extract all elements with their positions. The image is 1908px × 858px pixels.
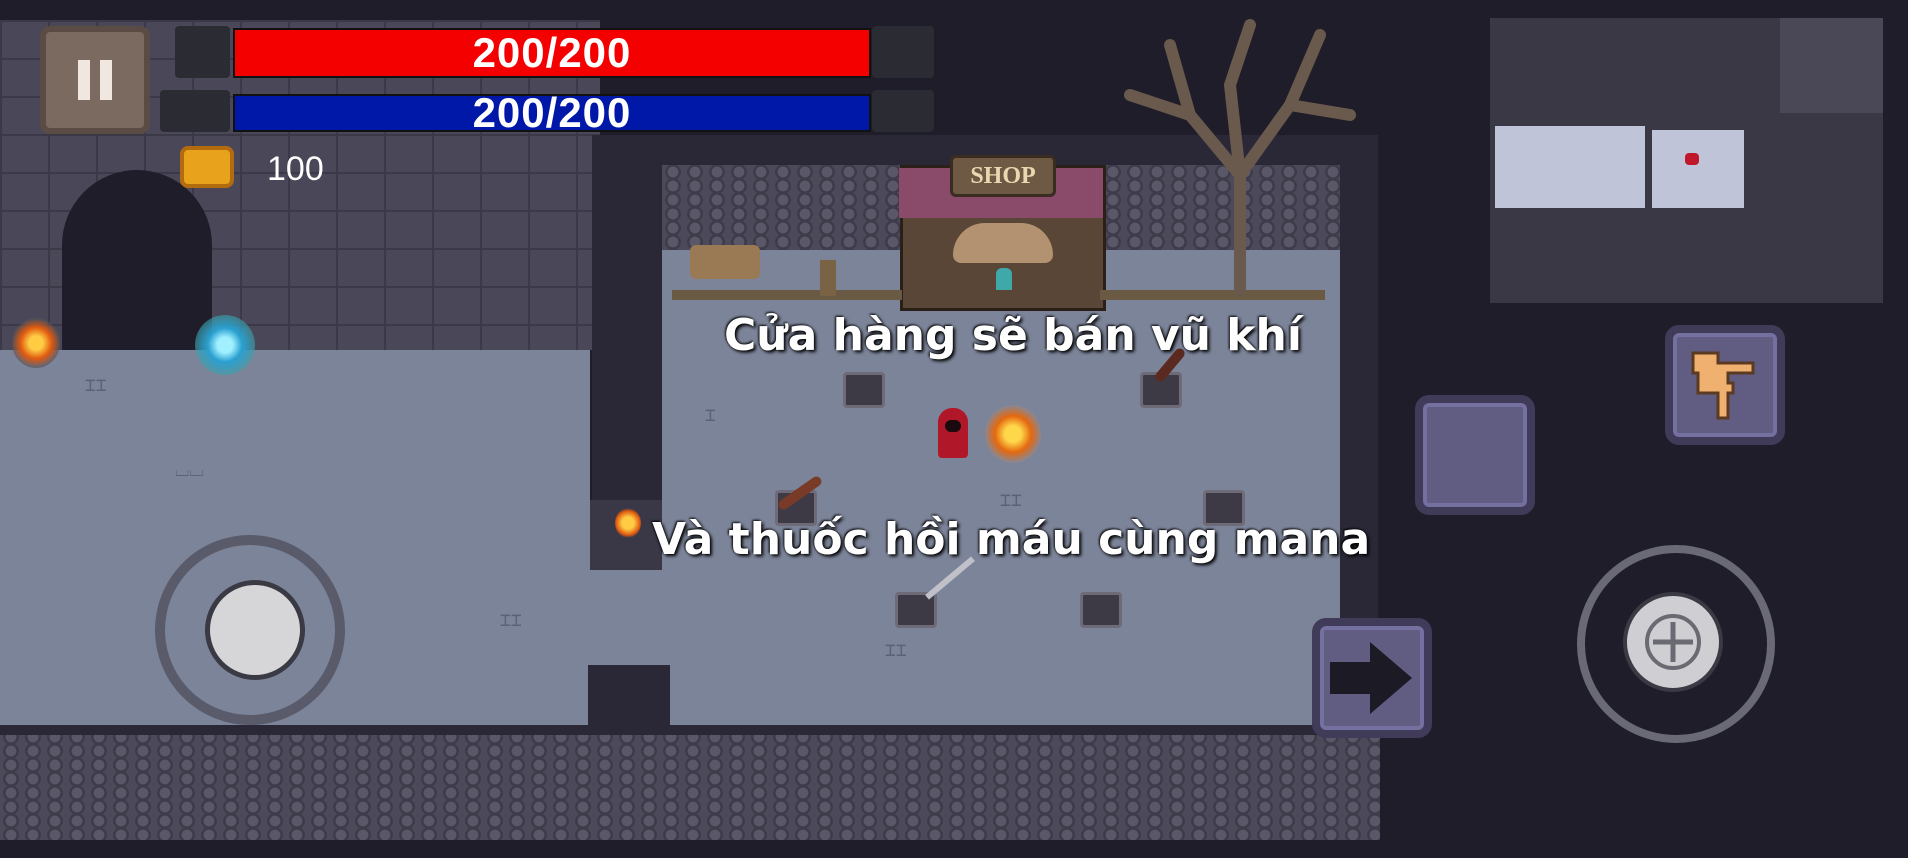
item-pedestal-6[interactable]: [1080, 592, 1122, 628]
fence-left: [672, 290, 902, 300]
shop-awning: [953, 223, 1053, 263]
interact-button[interactable]: [1665, 325, 1785, 445]
pause-icon: [78, 60, 90, 100]
mana-bar: 200/200: [233, 89, 871, 136]
arrow-right-icon: [1330, 642, 1412, 714]
small-torch: [615, 508, 641, 538]
archway: [62, 170, 212, 350]
potion-caption: Và thuốc hồi máu cùng mana: [652, 514, 1371, 565]
floor-crack: ⌶⌶: [500, 610, 522, 631]
floor-crack: ⌶⌶: [1000, 490, 1022, 511]
hp-bar-right-cap: [872, 26, 934, 78]
dead-tree: [1124, 19, 1356, 295]
minimap[interactable]: [1490, 18, 1883, 303]
shop-caption: Cửa hàng sẽ bán vũ khí: [724, 310, 1302, 361]
attack-button[interactable]: [1623, 592, 1723, 692]
scarecrow: [820, 260, 836, 296]
floor-crack: ⌶⌶: [85, 375, 107, 396]
joystick-knob[interactable]: [205, 580, 305, 680]
dash-button[interactable]: [1312, 618, 1432, 738]
bottom-wall: [0, 730, 1380, 840]
floor-crack: ⌴⌴: [175, 460, 204, 481]
shop-sign: SHOP: [950, 155, 1056, 197]
shopkeeper[interactable]: [996, 268, 1012, 290]
hp-text: 200/200: [472, 29, 632, 76]
coin-icon: [180, 146, 234, 188]
floor-crack: ⌶⌶: [885, 640, 907, 661]
mana-bar-right-cap: [872, 90, 934, 132]
minimap-player-marker: [1685, 153, 1699, 165]
pause-button[interactable]: [40, 26, 150, 134]
minimap-room-shop: [1652, 130, 1744, 208]
crosshair-icon: [1645, 614, 1701, 670]
hp-bar-left-cap: [175, 26, 230, 78]
player-character: [938, 408, 968, 458]
minimap-room-top: [1780, 18, 1883, 113]
floor-crack: ⌶: [705, 405, 716, 426]
wooden-cart: [690, 245, 760, 279]
campfire[interactable]: [985, 405, 1041, 463]
hp-bar: 200/200: [233, 28, 871, 78]
bottom-wall-edge: [0, 725, 1380, 735]
skill-button[interactable]: [1415, 395, 1535, 515]
coin-count: 100: [267, 150, 324, 188]
minimap-room-left: [1495, 126, 1645, 208]
item-pedestal-1[interactable]: [843, 372, 885, 408]
shop-sign-text: SHOP: [970, 162, 1036, 189]
hand-point-icon: [1691, 351, 1755, 420]
torch-left: [12, 318, 60, 368]
mana-text: 200/200: [472, 89, 632, 136]
mana-bar-left-cap: [160, 90, 230, 132]
blue-torch: [195, 315, 255, 375]
